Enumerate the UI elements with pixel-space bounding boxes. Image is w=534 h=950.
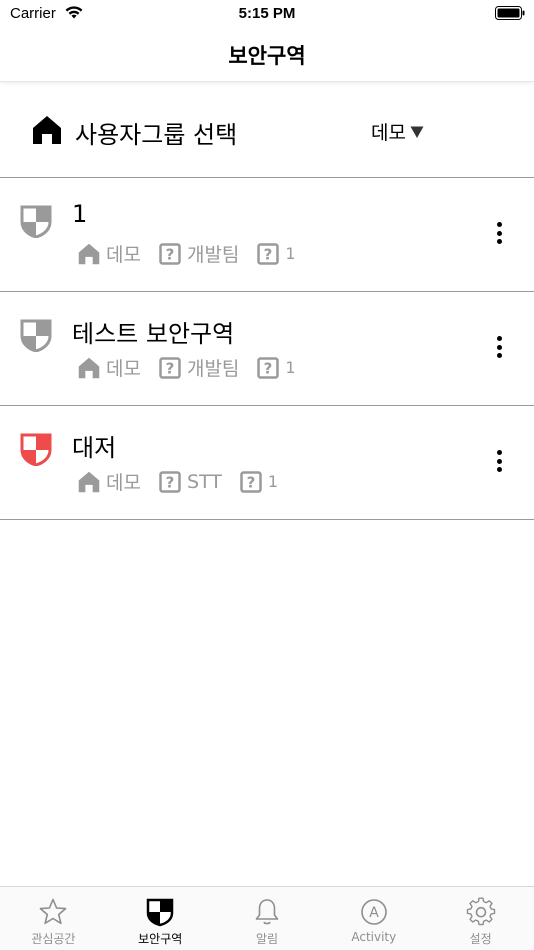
zone-group-label: 데모 (106, 244, 141, 266)
user-group-dropdown[interactable]: 데모 (371, 118, 424, 145)
svg-text:?: ? (166, 473, 175, 491)
tab-activity[interactable]: A Activity (320, 887, 427, 950)
zone-group-label: 데모 (106, 358, 141, 380)
zone-team: ? 개발팀 (159, 240, 239, 267)
shield-icon (20, 205, 52, 238)
zone-team-label: 개발팀 (186, 244, 240, 266)
tab-settings[interactable]: 설정 (427, 887, 534, 950)
more-dot (496, 239, 502, 244)
zone-row[interactable]: 1 데모 ? 개발팀 ? 1 (0, 178, 534, 292)
home-icon (33, 116, 61, 144)
zone-name: 대저 (72, 434, 117, 462)
zone-count-label: 1 (285, 244, 296, 263)
question-icon: ? (257, 356, 280, 379)
tab-label: 알림 (255, 932, 279, 946)
zone-group: 데모 (78, 468, 141, 495)
gear-icon (466, 897, 495, 926)
tab-label: 보안구역 (138, 932, 183, 946)
svg-text:?: ? (166, 245, 175, 263)
tab-label: 설정 (469, 932, 492, 946)
svg-text:?: ? (166, 359, 175, 377)
home-icon (78, 357, 100, 378)
more-dot (496, 450, 502, 455)
caret-down-icon (410, 126, 424, 138)
shield-icon (20, 319, 52, 352)
bell-icon (255, 899, 279, 925)
zone-meta: 데모 ? STT ? 1 (78, 468, 296, 495)
svg-text:A: A (369, 905, 379, 921)
home-icon (78, 243, 100, 264)
shield-icon (20, 433, 52, 466)
zone-row[interactable]: 테스트 보안구역 데모 ? 개발팀 ? 1 (0, 292, 534, 406)
activity-icon: A (360, 899, 387, 925)
tab-security-zones[interactable]: 보안구역 (107, 887, 214, 950)
more-dot (496, 344, 502, 350)
more-options-button[interactable] (488, 446, 510, 476)
svg-text:?: ? (264, 245, 273, 263)
question-icon: ? (240, 470, 262, 493)
zone-count: ? 1 (240, 470, 279, 493)
tab-label: Activity (351, 930, 397, 944)
page-title: 보안구역 (228, 44, 306, 68)
status-time: 5:15 PM (238, 5, 296, 22)
question-icon: ? (159, 356, 181, 379)
more-dot (496, 353, 502, 358)
zone-count-label: 1 (285, 358, 296, 377)
zone-count-label: 1 (267, 472, 279, 491)
zone-count: ? 1 (257, 242, 296, 265)
more-dot (496, 222, 502, 227)
more-dot (496, 336, 502, 341)
question-icon: ? (159, 470, 181, 493)
shield-icon (146, 898, 174, 927)
zone-group-label: 데모 (106, 472, 141, 494)
user-group-value: 데모 (371, 122, 406, 144)
battery-icon (495, 6, 525, 20)
zone-group: 데모 (78, 240, 141, 267)
tab-favorites[interactable]: 관심공간 (0, 887, 107, 950)
zone-row[interactable]: 대저 데모 ? STT ? 1 (0, 406, 534, 520)
svg-text:?: ? (247, 473, 256, 491)
navigation-bar: 보안구역 (0, 28, 534, 82)
zone-count: ? 1 (257, 356, 296, 379)
more-options-button[interactable] (488, 332, 510, 362)
zone-team-label: 개발팀 (186, 358, 240, 380)
user-group-selector: 사용자그룹 선택 데모 (0, 82, 534, 178)
user-group-label: 사용자그룹 선택 (75, 121, 238, 149)
zone-group: 데모 (78, 354, 141, 381)
zone-team: ? STT (159, 471, 222, 493)
tab-notifications[interactable]: 알림 (214, 887, 321, 950)
more-dot (496, 230, 502, 236)
zone-name: 1 (72, 200, 88, 228)
zone-team-label: STT (186, 470, 222, 493)
more-dot (496, 458, 502, 464)
home-icon (78, 471, 100, 492)
more-dot (496, 467, 502, 472)
svg-text:?: ? (264, 359, 273, 377)
security-zone-list: 1 데모 ? 개발팀 ? 1 테스트 보안구역 데모 ? 개발팀 ? 1 대저 … (0, 178, 534, 520)
question-icon: ? (159, 242, 181, 265)
star-icon (39, 898, 67, 925)
tab-label: 관심공간 (31, 932, 76, 946)
zone-team: ? 개발팀 (159, 354, 239, 381)
zone-meta: 데모 ? 개발팀 ? 1 (78, 354, 314, 381)
zone-meta: 데모 ? 개발팀 ? 1 (78, 240, 314, 267)
tab-bar: 관심공간 보안구역 알림 A Activity 설정 (0, 886, 534, 950)
question-icon: ? (257, 242, 280, 265)
more-options-button[interactable] (488, 218, 510, 248)
status-bar: Carrier 5:15 PM (0, 0, 534, 28)
zone-name: 테스트 보안구역 (72, 320, 235, 348)
